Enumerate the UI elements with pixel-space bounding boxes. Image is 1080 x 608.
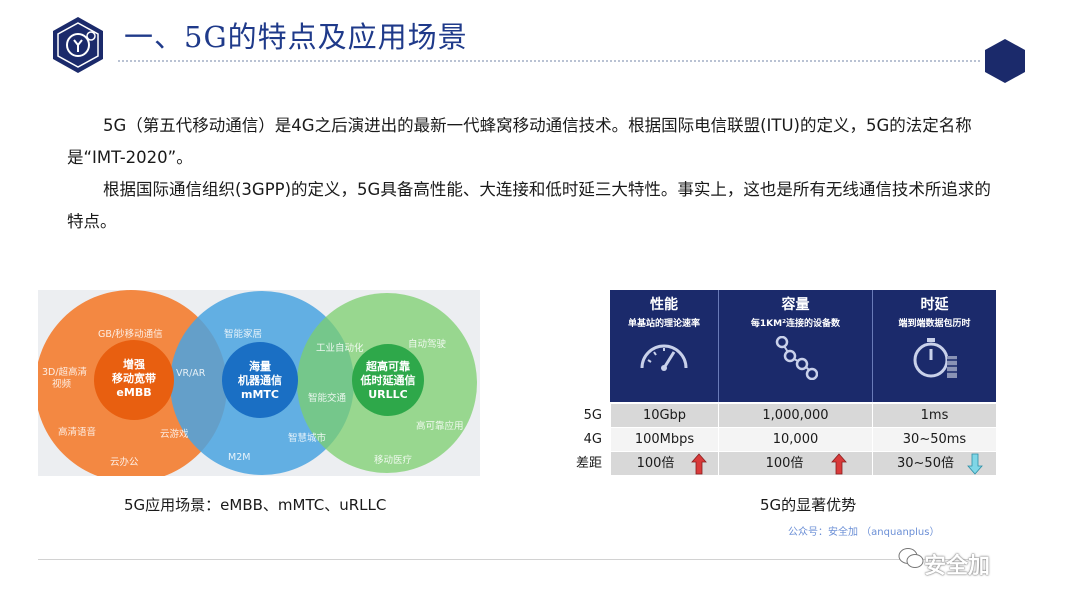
arrow-up-icon bbox=[831, 453, 847, 475]
mmtc-center-label: 海量 机器通信 mMTC bbox=[238, 360, 282, 401]
table-row: 4G 100Mbps 10,000 30~50ms bbox=[574, 428, 996, 451]
venn-label: 智能交通 bbox=[308, 393, 347, 404]
venn-label: 云办公 bbox=[110, 457, 139, 468]
column-subtitle: 端到端数据包历时 bbox=[898, 319, 971, 329]
brand-watermark: 安全加 bbox=[924, 554, 991, 579]
venn-label: 工业自动化 bbox=[316, 343, 364, 354]
table-row: 5G 10Gbp 1,000,000 1ms bbox=[574, 404, 996, 427]
column-latency: 时延 端到端数据包历时 bbox=[872, 290, 996, 402]
venn-label: 高可靠应用 bbox=[416, 421, 464, 432]
scenario-venn-diagram: 增强 移动宽带 eMBB 海量 机器通信 mMTC 超高可靠 低时延通信 URLLC GB/… bbox=[38, 290, 480, 476]
table-cell: 10,000 bbox=[718, 428, 872, 451]
table-header: 性能 单基站的理论速率 容量 每1KM²连接的设备数 时延 端到端数据包历时 bbox=[610, 290, 996, 402]
table-cell-with-arrow: 100倍 bbox=[718, 452, 872, 475]
intro-paragraph: 5G（第五代移动通信）是4G之后演进出的最新一代蜂窝移动通信技术。根据国际电信联… bbox=[67, 116, 972, 167]
table-cell-value: 100倍 bbox=[765, 456, 804, 471]
arrow-down-icon bbox=[967, 453, 983, 475]
table-cell-with-arrow: 30~50倍 bbox=[872, 452, 996, 475]
column-title: 性能 bbox=[650, 297, 678, 313]
row-label: 4G bbox=[583, 432, 602, 447]
row-label: 差距 bbox=[575, 456, 602, 471]
page-title: 一、5G的特点及应用场景 bbox=[124, 20, 468, 54]
features-paragraph: 根据国际通信组织(3GPP)的定义，5G具备高性能、大连接和低时延三大特性。事实… bbox=[67, 180, 991, 231]
venn-label: 视频 bbox=[52, 379, 72, 390]
column-title: 时延 bbox=[920, 297, 949, 313]
urllc-center-label: 超高可靠 低时延通信 URLLC bbox=[360, 360, 416, 401]
table-cell: 10Gbp bbox=[610, 404, 718, 427]
venn-label: M2M bbox=[228, 452, 251, 463]
venn-label: GB/秒移动通信 bbox=[98, 329, 163, 340]
table-cell-value: 30~50倍 bbox=[897, 456, 954, 471]
column-capacity: 容量 每1KM²连接的设备数 bbox=[718, 290, 872, 402]
title-divider bbox=[118, 60, 980, 62]
footer-divider bbox=[38, 559, 976, 560]
hexagon-logo-icon bbox=[53, 17, 103, 73]
table-row: 差距 100倍 100倍 30~50倍 bbox=[574, 452, 996, 475]
venn-caption: 5G应用场景：eMBB、mMTC、uRLLC bbox=[124, 496, 387, 514]
venn-label: 自动驾驶 bbox=[408, 339, 447, 350]
table-cell: 1ms bbox=[872, 404, 996, 427]
column-subtitle: 单基站的理论速率 bbox=[627, 319, 700, 329]
table-cell: 100Mbps bbox=[610, 428, 718, 451]
venn-label: 智能家居 bbox=[224, 329, 263, 340]
table-caption: 5G的显著优势 bbox=[760, 496, 857, 514]
table-cell-value: 100倍 bbox=[636, 456, 675, 471]
speedometer-icon bbox=[640, 344, 688, 371]
table-cell: 1,000,000 bbox=[718, 404, 872, 427]
column-title: 容量 bbox=[781, 297, 810, 313]
venn-label: 云游戏 bbox=[160, 429, 189, 440]
table-cell: 30~50ms bbox=[872, 428, 996, 451]
venn-label: 移动医疗 bbox=[374, 455, 413, 466]
venn-label: 智慧城市 bbox=[288, 433, 327, 444]
embb-center-label: 增强 移动宽带 eMBB bbox=[112, 358, 156, 399]
arrow-up-icon bbox=[691, 453, 707, 475]
row-label: 5G bbox=[583, 408, 602, 423]
wechat-icon bbox=[898, 548, 924, 568]
hexagon-badge-icon bbox=[985, 39, 1025, 83]
chain-nodes-icon bbox=[775, 336, 818, 380]
column-subtitle: 每1KM²连接的设备数 bbox=[750, 319, 841, 329]
column-performance: 性能 单基站的理论速率 bbox=[610, 290, 718, 402]
stopwatch-icon bbox=[913, 338, 957, 378]
venn-label: 高清语音 bbox=[58, 427, 97, 438]
venn-label: VR/AR bbox=[176, 368, 206, 379]
wechat-account-watermark: 公众号：安全加 （anquanplus） bbox=[788, 527, 940, 538]
table-cell-with-arrow: 100倍 bbox=[610, 452, 718, 475]
